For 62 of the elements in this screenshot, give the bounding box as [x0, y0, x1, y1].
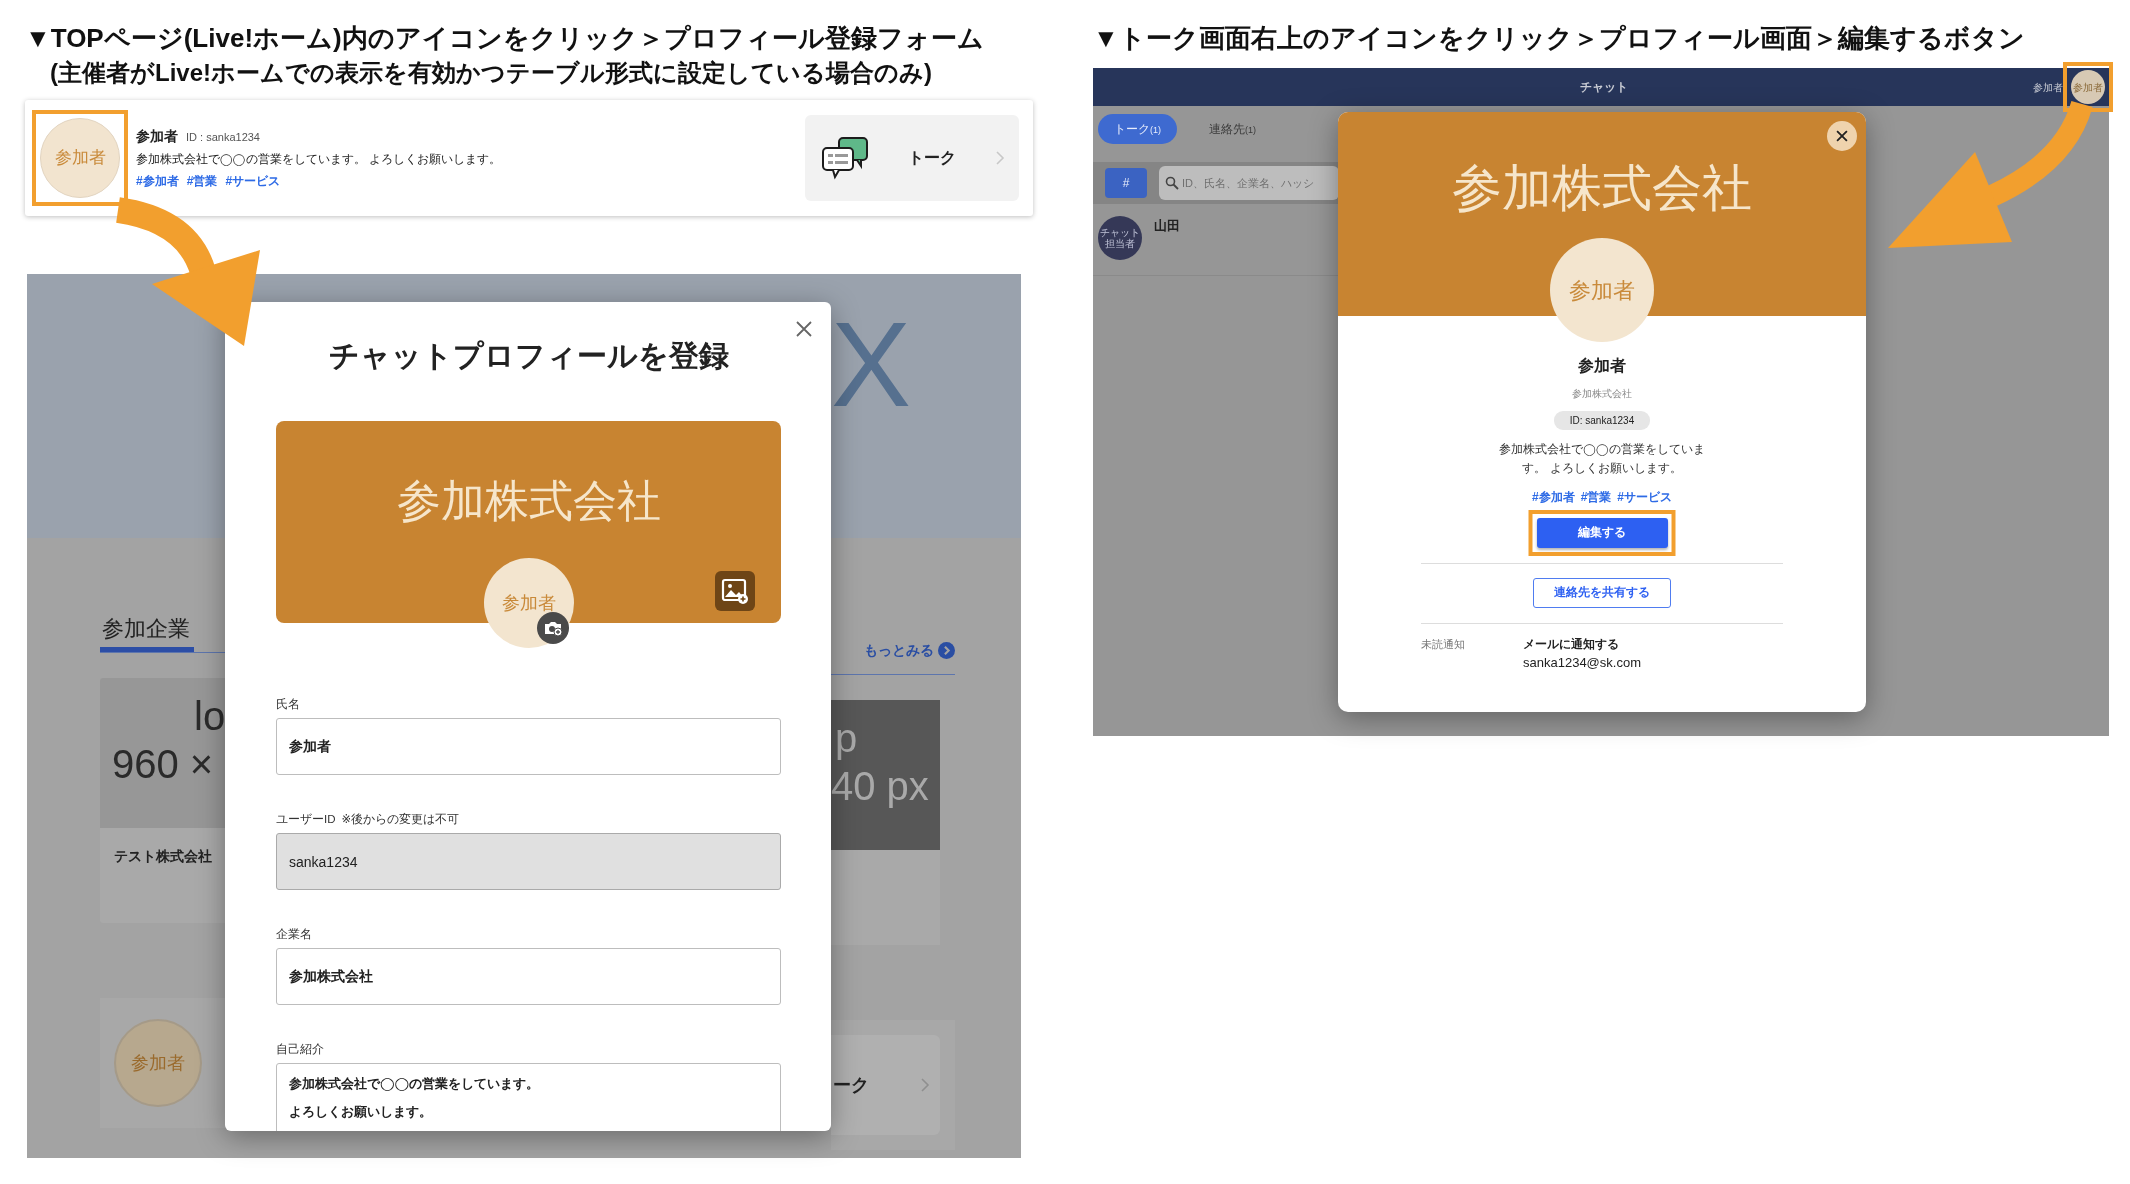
field-text: よろしくお願いします。 [289, 1104, 432, 1119]
highlight-frame [2063, 62, 2113, 112]
hashtag-link[interactable]: #サービス [1617, 488, 1673, 506]
hashtag-link[interactable]: #営業 [1580, 488, 1612, 506]
field-label: ユーザーID [276, 812, 336, 827]
placeholder-text: 960 × [111, 741, 215, 788]
avatar-button[interactable]: 参加者 [2071, 70, 2105, 104]
field-label: 氏名 [276, 697, 300, 712]
field-text: 参加株式会社で◯◯の営業をしています。 [289, 1076, 540, 1091]
chevron-icon [920, 1077, 930, 1093]
talk-button[interactable]: トーク [805, 115, 1019, 201]
input-field[interactable]: 参加株式会社 [276, 948, 781, 1005]
user-id: ID : sanka1234 [186, 129, 260, 145]
close-icon [1835, 129, 1849, 143]
hashtag-link[interactable]: #営業 [186, 172, 218, 191]
hashtag-button[interactable]: # [1105, 168, 1147, 198]
input-field[interactable]: 参加者 [276, 718, 781, 775]
contact-name[interactable]: 山田 [1154, 216, 1180, 275]
setting-label: 未読通知 [1421, 637, 1466, 652]
hero-text: X [831, 304, 913, 424]
chevron-icon [995, 150, 1005, 166]
company-name: 参加株式会社 [1572, 387, 1632, 401]
cover-text: 参加株式会社 [1452, 159, 1752, 218]
email-text: sanka1234@sk.com [1523, 654, 1641, 673]
hashtag-link[interactable]: #参加者 [1531, 488, 1575, 506]
user-name: 参加者 [2033, 80, 2063, 95]
edit-button[interactable]: 編集する [1536, 518, 1668, 548]
chevron-circle-icon [938, 641, 955, 659]
image-icon [721, 577, 749, 605]
window-title: チャット [1580, 79, 1628, 96]
company-name: テスト株式会社 [113, 847, 213, 866]
setting-value: メールに通知する [1523, 637, 1620, 653]
bio-text: 参加株式会社で◯◯の営業をしています。 よろしくお願いします。 [136, 151, 502, 168]
image-button[interactable] [715, 571, 755, 611]
placeholder-text: p [834, 715, 859, 762]
placeholder-text: 40 px [831, 763, 930, 810]
id-badge: ID: sanka1234 [1553, 411, 1651, 430]
hashtag-link[interactable]: #参加者 [136, 172, 179, 191]
bio-text: 参加株式会社で◯◯の営業をしています。 よろしくお願いします。 [1498, 442, 1706, 476]
profile-name: 参加者 [1578, 356, 1626, 376]
text-area[interactable]: 参加株式会社で◯◯の営業をしています。 よろしくお願いします。 [276, 1063, 781, 1131]
tab[interactable]: トーク(1) [1098, 114, 1177, 144]
section-note: (主催者がLive!ホームでの表示を有効かつテーブル形式に設定している場合のみ) [49, 58, 933, 88]
field-label: 自己紹介 [276, 1042, 324, 1057]
tab[interactable]: 連絡先(1) [1193, 114, 1272, 144]
search-field[interactable]: ID、氏名、企業名、ハッシ [1159, 166, 1339, 200]
avatar[interactable]: チャット担当者 [1098, 216, 1142, 260]
hashtag-link[interactable]: #サービス [225, 172, 281, 191]
share-button[interactable]: 連絡先を共有する [1533, 578, 1671, 608]
field-label: 企業名 [276, 927, 312, 942]
dialog-title: チャットプロフィールを登録 [327, 338, 730, 374]
talk-button[interactable]: ーク [831, 1035, 940, 1135]
placeholder-text: lo [193, 693, 225, 740]
section-heading: ▼トーク画面右上のアイコンをクリック＞プロフィール画面＞編集するボタン [1093, 22, 2026, 55]
chat-bubbles-icon [821, 136, 869, 180]
participant-name: 参加者 [136, 126, 178, 146]
cover-text: 参加株式会社 [396, 475, 661, 527]
more-link[interactable]: もっとみる [864, 639, 934, 661]
field-note: ※後からの変更は不可 [341, 812, 460, 827]
close-icon [794, 319, 814, 339]
section-heading: ▼TOPページ(Live!ホーム)内のアイコンをクリック＞プロフィール登録フォーム [25, 22, 985, 55]
section-tab[interactable]: 参加企業 [100, 616, 194, 652]
